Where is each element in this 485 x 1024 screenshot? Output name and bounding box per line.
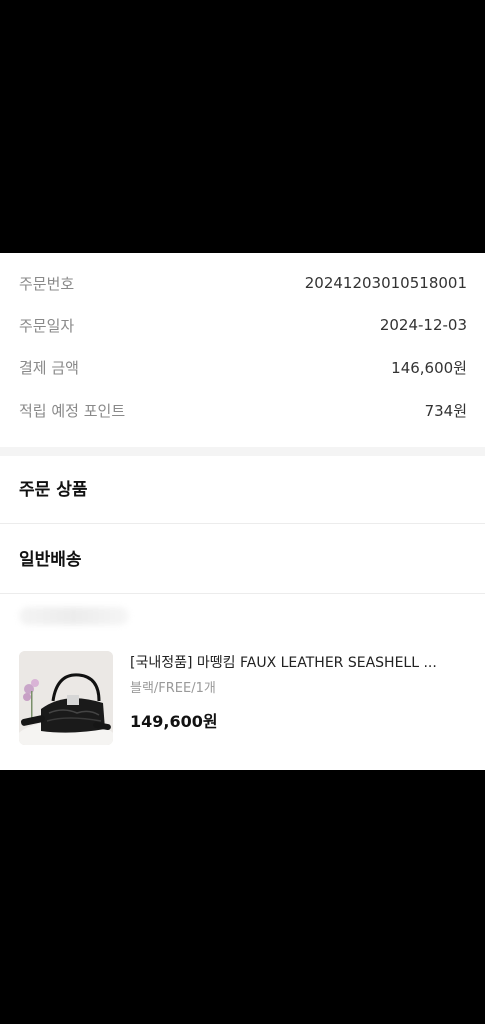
order-date-value: 2024-12-03 (379, 316, 467, 334)
product-price: 149,600원 (130, 712, 218, 731)
payment-amount-row: 결제 금액 146,600원 (19, 355, 467, 379)
payment-amount-value: 146,600원 (391, 358, 467, 377)
bag-thumbnail-icon (19, 651, 113, 745)
product-name[interactable]: [국내정품] 마뗑킴 FAUX LEATHER SEASHELL ... (130, 652, 470, 672)
divider (0, 593, 485, 594)
product-thumbnail[interactable] (19, 651, 113, 745)
reward-points-row: 적립 예정 포인트 734원 (19, 398, 467, 422)
order-date-label: 주문일자 (19, 316, 75, 335)
reward-points-label: 적립 예정 포인트 (19, 401, 126, 420)
section-gap (0, 447, 485, 456)
order-number-row: 주문번호 20241203010518001 (19, 271, 467, 295)
order-number-label: 주문번호 (19, 274, 75, 293)
shipping-type-title: 일반배송 (19, 550, 82, 570)
order-info-section: 주문번호 20241203010518001 주문일자 2024-12-03 결… (0, 253, 485, 447)
payment-amount-label: 결제 금액 (19, 358, 79, 377)
divider (0, 523, 485, 524)
order-number-value: 20241203010518001 (304, 274, 467, 292)
product-option: 블랙/FREE/1개 (130, 681, 216, 696)
order-date-row: 주문일자 2024-12-03 (19, 313, 467, 337)
blurred-seller-name (19, 607, 129, 625)
ordered-products-title: 주문 상품 (19, 480, 88, 500)
reward-points-value: 734원 (424, 401, 467, 420)
order-detail-sheet: 주문번호 20241203010518001 주문일자 2024-12-03 결… (0, 253, 485, 770)
